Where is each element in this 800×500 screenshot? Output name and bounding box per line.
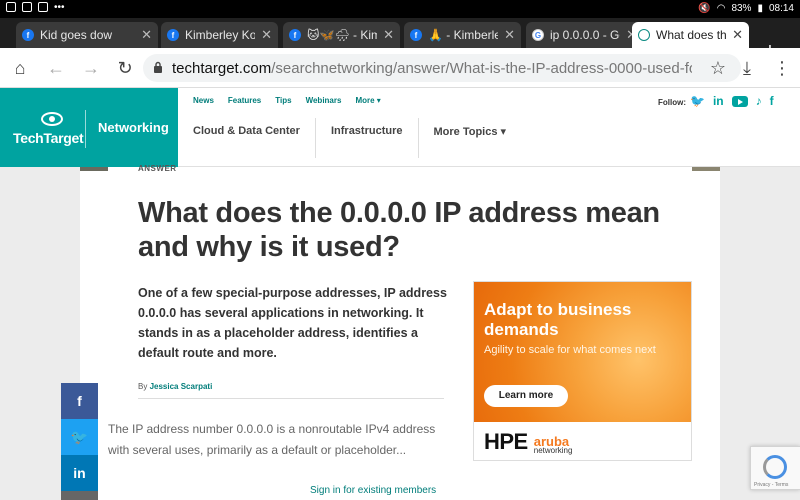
browser-tab[interactable]: G ip 0.0.0.0 - Go ✕ bbox=[526, 22, 643, 48]
facebook-icon: f bbox=[410, 29, 422, 41]
aruba-logo: aruba networking bbox=[533, 434, 573, 455]
web-page: TechTarget Networking News Features Tips… bbox=[0, 88, 800, 500]
ad-headline: Adapt to business demands bbox=[484, 300, 632, 339]
ad-brand: HPE aruba networking bbox=[484, 429, 572, 455]
techtarget-icon bbox=[638, 29, 650, 41]
article-body: The IP address number 0.0.0.0 is a nonro… bbox=[108, 422, 436, 457]
clock: 08:14 bbox=[768, 3, 794, 14]
tiktok-icon[interactable]: ♪ bbox=[756, 94, 762, 108]
browser-tab[interactable]: f Kid goes dow ✕ bbox=[16, 22, 158, 48]
article-kicker: ANSWER bbox=[138, 164, 177, 173]
browser-tab[interactable]: f 🙏 - Kimberley ✕ bbox=[404, 22, 521, 48]
google-icon: G bbox=[532, 29, 544, 41]
bag-notification-icon bbox=[22, 2, 32, 12]
social-links: 🐦 in ♪ f bbox=[690, 94, 774, 108]
ad-subtext: Agility to scale for what comes next bbox=[484, 344, 656, 356]
browser-tab-active[interactable]: What does the ✕ bbox=[632, 22, 749, 48]
linkedin-icon: in bbox=[73, 465, 86, 481]
browser-toolbar: ⌂ ← → ↻ techtarget.com/searchnetworking/… bbox=[0, 48, 800, 88]
back-icon[interactable]: ← bbox=[46, 58, 66, 78]
divider bbox=[138, 398, 444, 399]
advertisement[interactable]: Adapt to business demands Agility to sca… bbox=[473, 281, 692, 461]
battery-icon: ▮ bbox=[757, 3, 763, 14]
byline: By Jessica Scarpati bbox=[138, 382, 212, 391]
facebook-icon: f bbox=[22, 29, 34, 41]
techtarget-logo-icon bbox=[41, 112, 63, 126]
url-text: techtarget.com/searchnetworking/answer/W… bbox=[172, 60, 692, 77]
tab-title: 🙏 - Kimberley bbox=[428, 28, 499, 42]
article-summary: One of a few special-purpose addresses, … bbox=[138, 286, 447, 360]
wifi-icon: ◠ bbox=[716, 3, 726, 14]
close-tab-icon[interactable]: ✕ bbox=[504, 27, 515, 43]
toplink-more[interactable]: More ▾ bbox=[355, 96, 380, 105]
facebook-icon: f bbox=[77, 393, 82, 409]
battery-level: 83% bbox=[731, 3, 752, 14]
tab-title: 🐱🦋🌧 - Kiml bbox=[307, 28, 378, 42]
forward-icon[interactable]: → bbox=[81, 58, 101, 78]
author-link[interactable]: Jessica Scarpati bbox=[150, 382, 213, 391]
bookmark-star-icon[interactable]: ☆ bbox=[708, 58, 728, 78]
download-icon[interactable]: ⤓ bbox=[737, 58, 757, 78]
tab-title: What does the bbox=[656, 28, 727, 42]
nav-more-topics[interactable]: More Topics ▾ bbox=[419, 118, 522, 158]
share-more-button[interactable] bbox=[61, 491, 98, 500]
signin-link[interactable]: Sign in for existing members bbox=[310, 485, 436, 496]
share-twitter-button[interactable]: 🐦 bbox=[61, 419, 98, 455]
close-tab-icon[interactable]: ✕ bbox=[732, 27, 743, 43]
toplink-tips[interactable]: Tips bbox=[275, 96, 291, 105]
twitter-icon[interactable]: 🐦 bbox=[690, 94, 705, 108]
tab-title: Kid goes dow bbox=[40, 28, 113, 42]
youtube-icon[interactable] bbox=[731, 95, 748, 107]
close-tab-icon[interactable]: ✕ bbox=[261, 27, 272, 43]
mute-icon: 🔇 bbox=[698, 3, 711, 14]
recaptcha-text: Privacy - Terms bbox=[754, 482, 789, 488]
cup-notification-icon bbox=[38, 2, 48, 12]
follow-label: Follow: bbox=[658, 98, 686, 107]
hero-image-edge bbox=[80, 167, 108, 171]
top-links: News Features Tips Webinars More ▾ bbox=[193, 96, 381, 105]
recaptcha-icon bbox=[763, 455, 787, 479]
section-name: Networking bbox=[98, 120, 169, 135]
linkedin-icon[interactable]: in bbox=[713, 94, 724, 108]
site-header: TechTarget Networking News Features Tips… bbox=[0, 88, 800, 167]
nav-infrastructure[interactable]: Infrastructure bbox=[316, 118, 419, 158]
toplink-features[interactable]: Features bbox=[228, 96, 261, 105]
tab-title: Kimberley Ko bbox=[185, 28, 256, 42]
main-nav: Cloud & Data Center Infrastructure More … bbox=[178, 118, 521, 158]
share-facebook-button[interactable]: f bbox=[61, 383, 98, 419]
twitter-icon: 🐦 bbox=[70, 428, 89, 445]
by-label: By bbox=[138, 382, 148, 391]
menu-icon[interactable]: ⋮ bbox=[772, 58, 792, 78]
recaptcha-badge[interactable]: Privacy - Terms bbox=[750, 446, 800, 490]
status-bar: ••• 🔇 ◠ 83% ▮ 08:14 bbox=[0, 0, 800, 18]
toplink-webinars[interactable]: Webinars bbox=[306, 96, 342, 105]
reload-icon[interactable]: ↻ bbox=[115, 58, 135, 78]
facebook-icon: f bbox=[167, 29, 179, 41]
facebook-icon[interactable]: f bbox=[770, 94, 774, 108]
learn-more-button[interactable]: Learn more bbox=[484, 385, 568, 407]
close-tab-icon[interactable]: ✕ bbox=[383, 27, 394, 43]
tab-strip: f Kid goes dow ✕ f Kimberley Ko ✕ f 🐱🦋🌧 … bbox=[0, 18, 800, 61]
site-brand[interactable]: TechTarget Networking bbox=[0, 88, 178, 167]
gallery-notification-icon bbox=[6, 2, 16, 12]
techtarget-logo: TechTarget bbox=[13, 130, 84, 146]
browser-tab[interactable]: f Kimberley Ko ✕ bbox=[161, 22, 278, 48]
lock-icon bbox=[154, 61, 162, 73]
brand-divider bbox=[85, 110, 86, 148]
browser-tab[interactable]: f 🐱🦋🌧 - Kiml ✕ bbox=[283, 22, 400, 48]
address-bar[interactable]: techtarget.com/searchnetworking/answer/W… bbox=[143, 54, 741, 82]
ad-artwork: Adapt to business demands Agility to sca… bbox=[474, 282, 691, 422]
article-title: What does the 0.0.0.0 IP address mean an… bbox=[138, 197, 660, 263]
nav-cloud-data-center[interactable]: Cloud & Data Center bbox=[178, 118, 316, 158]
hero-image-edge bbox=[692, 167, 720, 171]
close-tab-icon[interactable]: ✕ bbox=[141, 27, 152, 43]
hpe-logo: HPE bbox=[484, 429, 528, 454]
share-linkedin-button[interactable]: in bbox=[61, 455, 98, 491]
tab-title: ip 0.0.0.0 - Go bbox=[550, 28, 621, 42]
facebook-icon: f bbox=[289, 29, 301, 41]
toplink-news[interactable]: News bbox=[193, 96, 214, 105]
home-icon[interactable]: ⌂ bbox=[10, 58, 30, 78]
more-notifications-icon: ••• bbox=[54, 2, 65, 13]
